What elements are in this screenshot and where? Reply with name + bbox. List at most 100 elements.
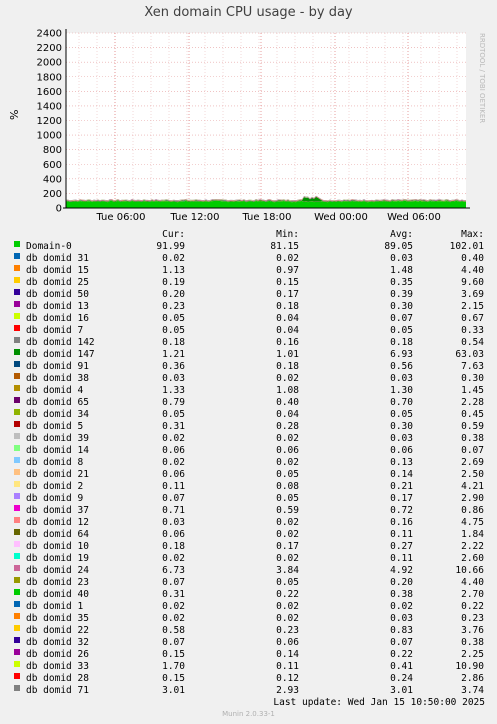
legend-avg: 0.07 — [390, 637, 413, 648]
legend-name: db domid 1 — [26, 601, 84, 612]
legend-min: 0.16 — [276, 337, 299, 348]
legend-max: 2.86 — [461, 673, 484, 684]
legend-swatch — [14, 241, 20, 247]
legend-min: 0.12 — [276, 673, 299, 684]
legend-avg: 0.02 — [390, 601, 413, 612]
legend-avg: 0.30 — [390, 301, 413, 312]
legend-avg: 0.22 — [390, 649, 413, 660]
legend-row: db domid 39 0.02 0.02 0.03 0.38 — [0, 433, 497, 445]
legend-max: 4.40 — [461, 265, 484, 276]
legend-cur: 0.79 — [162, 397, 185, 408]
legend-min: 0.06 — [276, 445, 299, 456]
legend-row: db domid 12 0.03 0.02 0.16 4.75 — [0, 517, 497, 529]
legend-max: 0.54 — [461, 337, 484, 348]
legend-name: db domid 4 — [26, 385, 84, 396]
legend-avg: 0.17 — [390, 493, 413, 504]
legend-cur: 0.02 — [162, 253, 185, 264]
legend-cur: 0.02 — [162, 601, 185, 612]
legend-name: db domid 12 — [26, 517, 89, 528]
legend-cur: 0.07 — [162, 637, 185, 648]
legend-row: db domid 65 0.79 0.40 0.70 2.28 — [0, 397, 497, 409]
legend-swatch — [14, 253, 20, 259]
y-tick-labels: 0 200 400 600 800 1000 1200 1400 1600 1800 2000 220… — [37, 29, 62, 215]
col-avg: Avg: — [390, 229, 413, 240]
legend-max: 4.21 — [461, 481, 484, 492]
legend-max: 0.86 — [461, 505, 484, 516]
x-tick-label: Wed 00:00 — [314, 212, 368, 223]
legend-name: db domid 71 — [26, 685, 89, 696]
legend-min: 0.05 — [276, 469, 299, 480]
legend-name: db domid 8 — [26, 457, 84, 468]
legend-swatch — [14, 421, 20, 427]
legend-min: 1.01 — [276, 349, 299, 360]
legend-max: 3.69 — [461, 289, 484, 300]
legend-row: db domid 10 0.18 0.17 0.27 2.22 — [0, 541, 497, 553]
legend-avg: 89.05 — [384, 241, 413, 252]
legend-min: 0.05 — [276, 493, 299, 504]
legend-name: db domid 28 — [26, 673, 89, 684]
legend-min: 0.02 — [276, 457, 299, 468]
legend-name: db domid 32 — [26, 637, 89, 648]
legend-max: 102.01 — [449, 241, 484, 252]
legend-min: 0.22 — [276, 589, 299, 600]
legend-swatch — [14, 553, 20, 559]
legend-avg: 3.01 — [390, 685, 413, 696]
legend-min: 0.02 — [276, 601, 299, 612]
legend-cur: 0.05 — [162, 313, 185, 324]
legend-min: 0.14 — [276, 649, 299, 660]
legend-min: 0.04 — [276, 325, 299, 336]
legend-row: db domid 14 0.06 0.06 0.06 0.07 — [0, 445, 497, 457]
legend-name: db domid 38 — [26, 373, 89, 384]
legend-avg: 4.92 — [390, 565, 413, 576]
legend-cur: 0.03 — [162, 517, 185, 528]
legend-min: 0.02 — [276, 553, 299, 564]
legend-avg: 0.24 — [390, 673, 413, 684]
legend-name: Domain-0 — [26, 241, 72, 252]
legend-cur: 0.11 — [162, 481, 185, 492]
legend-name: db domid 24 — [26, 565, 89, 576]
legend-max: 63.03 — [455, 349, 484, 360]
legend-name: db domid 23 — [26, 577, 89, 588]
legend-name: db domid 91 — [26, 361, 89, 372]
legend-avg: 0.56 — [390, 361, 413, 372]
legend-avg: 0.11 — [390, 553, 413, 564]
legend-name: db domid 7 — [26, 325, 84, 336]
legend-name: db domid 2 — [26, 481, 84, 492]
legend-swatch — [14, 277, 20, 283]
legend-avg: 0.11 — [390, 529, 413, 540]
legend-row: db domid 24 6.73 3.84 4.92 10.66 — [0, 565, 497, 577]
legend-row: db domid 22 0.58 0.23 0.83 3.76 — [0, 625, 497, 637]
legend-cur: 0.05 — [162, 325, 185, 336]
legend-avg: 0.03 — [390, 433, 413, 444]
legend-max: 0.38 — [461, 433, 484, 444]
legend-min: 0.40 — [276, 397, 299, 408]
legend-header: Cur: Min: Avg: Max: — [0, 229, 497, 241]
legend-cur: 1.70 — [162, 661, 185, 672]
legend-name: db domid 39 — [26, 433, 89, 444]
legend-max: 0.38 — [461, 637, 484, 648]
legend-max: 0.22 — [461, 601, 484, 612]
legend-swatch — [14, 433, 20, 439]
legend-min: 0.18 — [276, 301, 299, 312]
legend-max: 2.22 — [461, 541, 484, 552]
legend-row: db domid 8 0.02 0.02 0.13 2.69 — [0, 457, 497, 469]
legend-name: db domid 142 — [26, 337, 95, 348]
legend-min: 0.18 — [276, 361, 299, 372]
y-tick-label: 800 — [43, 145, 62, 156]
legend-swatch — [14, 445, 20, 451]
x-tick-labels: Tue 06:00 Tue 12:00 Tue 18:00 Wed 00:00 Wed … — [95, 212, 440, 223]
munin-version: Munin 2.0.33-1 — [222, 710, 275, 718]
legend-avg: 0.16 — [390, 517, 413, 528]
legend-max: 10.90 — [455, 661, 484, 672]
legend-cur: 0.15 — [162, 673, 185, 684]
legend-max: 4.75 — [461, 517, 484, 528]
legend-avg: 0.03 — [390, 253, 413, 264]
legend-cur: 0.36 — [162, 361, 185, 372]
y-axis-label: % — [8, 110, 21, 120]
watermark: RRDTOOL / TOBI OETIKER — [478, 33, 486, 123]
legend-swatch — [14, 289, 20, 295]
legend-max: 10.66 — [455, 565, 484, 576]
legend-avg: 0.05 — [390, 409, 413, 420]
legend-avg: 0.21 — [390, 481, 413, 492]
legend-row: db domid 38 0.03 0.02 0.03 0.30 — [0, 373, 497, 385]
